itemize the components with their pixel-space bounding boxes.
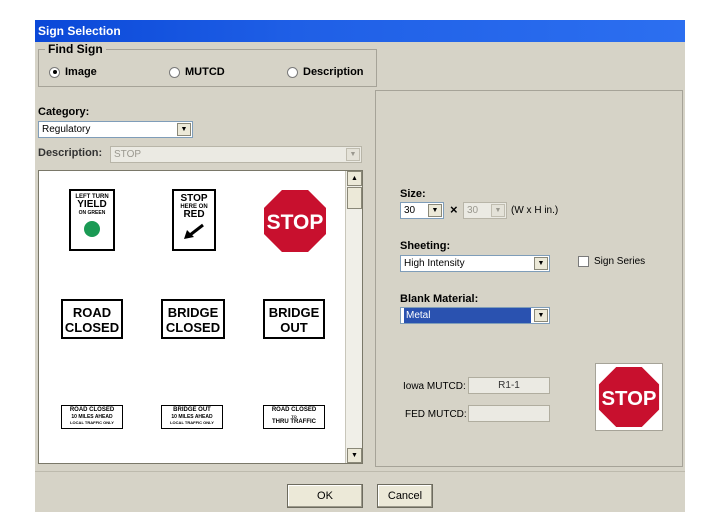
sign-yield-line3: ON GREEN	[78, 210, 106, 216]
preview-stop-text: STOP	[601, 388, 656, 410]
radio-mutcd-dot[interactable]	[169, 66, 180, 78]
category-value: Regulatory	[42, 124, 91, 135]
sign-left-turn-yield[interactable]: LEFT TURN YIELD ON GREEN	[69, 189, 115, 251]
sign-image-list[interactable]: LEFT TURN YIELD ON GREEN STOP HERE ON RE…	[38, 170, 363, 464]
sign-series-checkbox[interactable]: Sign Series	[578, 256, 645, 267]
sign-roadclosed-line2: CLOSED	[64, 320, 120, 335]
sign-bridgeout-line1: BRIDGE	[268, 305, 320, 320]
sign-bo10-line1: BRIDGE OUT	[173, 407, 211, 413]
arrow-down-left-icon	[184, 223, 204, 239]
window-title: Sign Selection	[38, 24, 121, 38]
sign-rcthru-line1: ROAD CLOSED	[271, 407, 317, 413]
find-sign-group: Find Sign Image MUTCD Description	[38, 42, 377, 87]
blank-material-dropdown-icon[interactable]: ▼	[534, 309, 548, 322]
description-label: Description:	[38, 147, 103, 159]
cancel-button[interactable]: Cancel	[377, 484, 433, 508]
radio-image-label: Image	[65, 66, 97, 78]
sign-stophere-line1: STOP	[180, 193, 208, 204]
description-value: STOP	[114, 149, 142, 160]
sign-list-scrollbar[interactable]: ▲ ▼	[345, 171, 362, 463]
sign-bo10-line3: LOCAL TRAFFIC ONLY	[170, 420, 214, 425]
preview-stop-sign: STOP	[597, 365, 661, 429]
sign-stop[interactable]: STOP	[262, 188, 328, 254]
sign-road-closed[interactable]: ROAD CLOSED	[61, 299, 123, 339]
sign-preview-frame: STOP	[595, 363, 663, 431]
iowa-mutcd-label: Iowa MUTCD:	[403, 381, 466, 392]
description-dropdown-icon[interactable]: ▼	[346, 148, 360, 161]
fed-mutcd-field[interactable]	[468, 405, 550, 422]
size-width-dropdown-icon[interactable]: ▼	[428, 204, 442, 217]
radio-image[interactable]: Image	[49, 66, 97, 78]
sign-selection-dialog: Sign Selection Find Sign Image MUTCD Des…	[35, 20, 685, 512]
title-bar: Sign Selection	[35, 20, 685, 42]
sign-rc10-line1: ROAD CLOSED	[69, 407, 115, 413]
radio-description[interactable]: Description	[287, 66, 364, 78]
size-times-symbol: ×	[450, 202, 458, 217]
sign-rc10-line3: LOCAL TRAFFIC ONLY	[70, 420, 114, 425]
size-height-value: 30	[467, 205, 479, 216]
blank-material-value: Metal	[404, 308, 531, 323]
sign-bridgeout-line2: OUT	[280, 320, 308, 335]
radio-mutcd[interactable]: MUTCD	[169, 66, 225, 78]
sign-rcthru-line3: THRU TRAFFIC	[272, 419, 316, 425]
sign-yield-line2: YIELD	[77, 199, 107, 210]
category-label: Category:	[38, 106, 90, 118]
sign-series-box[interactable]	[578, 256, 589, 267]
size-unit-label: (W x H in.)	[511, 205, 559, 216]
radio-description-dot[interactable]	[287, 66, 298, 78]
sheeting-dropdown-icon[interactable]: ▼	[534, 257, 548, 270]
sign-stophere-line3: RED	[183, 209, 205, 220]
radio-image-dot[interactable]	[49, 66, 60, 78]
scroll-down-icon[interactable]: ▼	[347, 448, 362, 463]
ok-button[interactable]: OK	[287, 484, 363, 508]
sign-road-closed-10-miles[interactable]: ROAD CLOSED 10 MILES AHEAD LOCAL TRAFFIC…	[61, 405, 123, 429]
radio-mutcd-label: MUTCD	[185, 66, 225, 78]
scroll-up-icon[interactable]: ▲	[347, 171, 362, 186]
size-width-select[interactable]: 30 ▼	[400, 202, 444, 219]
sign-bridge-out[interactable]: BRIDGE OUT	[263, 299, 325, 339]
fed-mutcd-label: FED MUTCD:	[405, 409, 467, 420]
find-sign-legend: Find Sign	[45, 42, 106, 56]
sign-series-label: Sign Series	[594, 256, 646, 267]
stop-text: STOP	[267, 211, 324, 234]
description-select[interactable]: STOP ▼	[110, 146, 362, 163]
sheeting-value: High Intensity	[404, 258, 465, 269]
sign-bridgeclosed-line2: CLOSED	[165, 320, 221, 335]
radio-description-label: Description	[303, 66, 364, 78]
category-select[interactable]: Regulatory ▼	[38, 121, 193, 138]
green-ball-icon	[84, 221, 100, 237]
size-label: Size:	[400, 188, 426, 200]
sign-roadclosed-line1: ROAD	[72, 305, 112, 320]
sheeting-label: Sheeting:	[400, 240, 451, 252]
sign-bridge-closed[interactable]: BRIDGE CLOSED	[161, 299, 225, 339]
iowa-mutcd-field[interactable]: R1-1	[468, 377, 550, 394]
sign-road-closed-thru-traffic[interactable]: ROAD CLOSED TO THRU TRAFFIC	[263, 405, 325, 429]
scroll-thumb[interactable]	[347, 187, 362, 209]
iowa-mutcd-value: R1-1	[498, 380, 520, 391]
size-width-value: 30	[404, 205, 416, 216]
blank-material-label: Blank Material:	[400, 293, 479, 305]
sheeting-select[interactable]: High Intensity ▼	[400, 255, 550, 272]
sign-bridge-out-10-miles[interactable]: BRIDGE OUT 10 MILES AHEAD LOCAL TRAFFIC …	[161, 405, 223, 429]
size-height-select[interactable]: 30 ▼	[463, 202, 507, 219]
sign-bridgeclosed-line1: BRIDGE	[167, 305, 219, 320]
category-dropdown-icon[interactable]: ▼	[177, 123, 191, 136]
sign-stop-here-on-red[interactable]: STOP HERE ON RED	[172, 189, 216, 251]
blank-material-select[interactable]: Metal ▼	[400, 307, 550, 324]
size-height-dropdown-icon[interactable]: ▼	[491, 204, 505, 217]
